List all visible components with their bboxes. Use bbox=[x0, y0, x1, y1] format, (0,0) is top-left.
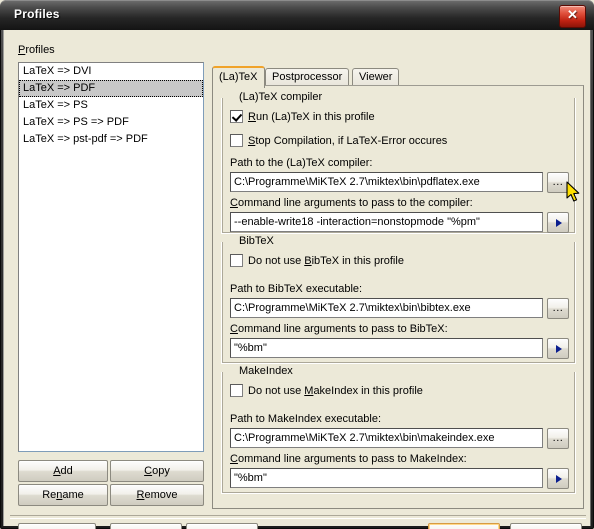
remove-button[interactable]: Remove bbox=[110, 484, 204, 506]
title-bar[interactable]: Profiles ✕ bbox=[0, 0, 594, 30]
list-item[interactable]: LaTeX => pst-pdf => PDF bbox=[19, 131, 203, 148]
rename-pre: Re bbox=[42, 489, 57, 501]
list-item[interactable]: LaTeX => PDF bbox=[19, 80, 203, 97]
list-item[interactable]: LaTeX => DVI bbox=[19, 63, 203, 80]
rename-post: ame bbox=[62, 489, 84, 501]
import-button[interactable]: Import... bbox=[110, 523, 182, 529]
latex-args-label: Command line arguments to pass to the co… bbox=[230, 197, 473, 209]
latex-args-post: ommand line arguments to pass to the com… bbox=[237, 197, 473, 209]
skip-bibtex-pre: Do not use bbox=[248, 254, 305, 267]
window-title: Profiles bbox=[14, 7, 60, 21]
latex-group-title: (La)TeX compiler bbox=[235, 91, 327, 103]
skip-makeindex-pre: Do not use bbox=[248, 384, 305, 397]
ok-button[interactable]: OK bbox=[428, 523, 500, 529]
makeindex-args-label: Command line arguments to pass to MakeIn… bbox=[230, 453, 467, 465]
run-latex-checkbox[interactable] bbox=[230, 110, 243, 123]
makeindex-args-menu-button[interactable] bbox=[547, 468, 569, 489]
makeindex-group-title: MakeIndex bbox=[235, 365, 297, 377]
ellipsis-icon: ... bbox=[552, 176, 564, 188]
copy-accel: C bbox=[144, 465, 153, 477]
run-latex-accel: R bbox=[248, 110, 256, 123]
close-button[interactable]: ✕ bbox=[559, 5, 586, 28]
profiles-dialog: Profiles ✕ Profiles LaTeX => DVI LaTeX =>… bbox=[0, 0, 594, 529]
run-latex-label: Run (La)TeX in this profile bbox=[248, 111, 375, 123]
makeindex-args-input[interactable]: "%bm" bbox=[230, 468, 543, 488]
remove-post: emove bbox=[144, 489, 178, 501]
latex-args-accel: C bbox=[230, 197, 238, 209]
latex-compiler-group: (La)TeX compiler Run (La)TeX in this pro… bbox=[221, 91, 576, 234]
makeindex-args-accel: C bbox=[230, 453, 238, 465]
skip-makeindex-checkbox[interactable] bbox=[230, 384, 243, 397]
copy-button[interactable]: Copy bbox=[110, 460, 204, 482]
list-item[interactable]: LaTeX => PS bbox=[19, 97, 203, 114]
skip-bibtex-checkbox[interactable] bbox=[230, 254, 243, 267]
run-latex-checkbox-row[interactable]: Run (La)TeX in this profile bbox=[230, 110, 375, 123]
tab-postprocessor[interactable]: Postprocessor bbox=[265, 68, 350, 86]
skip-bibtex-accel: B bbox=[304, 254, 312, 267]
wizard-button[interactable]: Wizard... bbox=[18, 523, 96, 529]
profiles-listbox[interactable]: LaTeX => DVI LaTeX => PDF LaTeX => PS LaTeX… bbox=[18, 62, 204, 452]
bibtex-path-label: Path to BibTeX executable: bbox=[230, 283, 363, 295]
close-icon: ✕ bbox=[567, 7, 578, 22]
bibtex-args-accel: C bbox=[230, 323, 238, 335]
tab-viewer[interactable]: Viewer bbox=[352, 68, 400, 86]
ellipsis-icon: ... bbox=[552, 302, 564, 314]
makeindex-args-post: ommand line arguments to pass to MakeInd… bbox=[237, 453, 467, 465]
triangle-right-icon bbox=[556, 475, 562, 483]
stop-compilation-checkbox-row[interactable]: Stop Compilation, if LaTeX-Error occures bbox=[230, 134, 447, 147]
run-latex-post: un (La)TeX in this profile bbox=[255, 110, 375, 123]
tab-strip: (La)TeX Postprocessor Viewer bbox=[212, 66, 584, 88]
latex-path-input[interactable]: C:\Programme\MiKTeX 2.7\miktex\bin\pdfla… bbox=[230, 172, 543, 192]
makeindex-path-label: Path to MakeIndex executable: bbox=[230, 413, 382, 425]
makeindex-path-input[interactable]: C:\Programme\MiKTeX 2.7\miktex\bin\makei… bbox=[230, 428, 543, 448]
skip-bibtex-checkbox-row[interactable]: Do not use BibTeX in this profile bbox=[230, 254, 404, 267]
cancel-button[interactable]: Cancel bbox=[510, 523, 582, 529]
makeindex-path-browse-button[interactable]: ... bbox=[547, 428, 569, 449]
latex-args-input[interactable]: --enable-write18 -interaction=nonstopmod… bbox=[230, 212, 543, 232]
bibtex-path-input[interactable]: C:\Programme\MiKTeX 2.7\miktex\bin\bibte… bbox=[230, 298, 543, 318]
makeindex-group: MakeIndex Do not use MakeIndex in this p… bbox=[221, 365, 576, 494]
dialog-client-area: Profiles LaTeX => DVI LaTeX => PDF LaTeX =… bbox=[3, 30, 591, 529]
triangle-right-icon bbox=[556, 345, 562, 353]
skip-makeindex-post: akeIndex in this profile bbox=[313, 384, 423, 397]
add-button[interactable]: Add bbox=[18, 460, 108, 482]
skip-bibtex-post: ibTeX in this profile bbox=[311, 254, 404, 267]
latex-path-browse-button[interactable]: ... bbox=[547, 172, 569, 193]
profiles-label: Profiles bbox=[18, 44, 55, 57]
bibtex-path-browse-button[interactable]: ... bbox=[547, 298, 569, 319]
skip-makeindex-label: Do not use MakeIndex in this profile bbox=[248, 385, 423, 397]
bibtex-group: BibTeX Do not use BibTeX in this profile… bbox=[221, 235, 576, 364]
add-accel: A bbox=[53, 465, 61, 477]
tab-panel-latex: (La)TeX compiler Run (La)TeX in this pro… bbox=[212, 85, 584, 509]
skip-bibtex-label: Do not use BibTeX in this profile bbox=[248, 255, 404, 267]
profiles-label-rest: rofiles bbox=[25, 44, 55, 56]
rename-button[interactable]: Rename bbox=[18, 484, 108, 506]
bibtex-args-label: Command line arguments to pass to BibTeX… bbox=[230, 323, 448, 335]
add-post: dd bbox=[60, 465, 73, 477]
export-button[interactable]: Export... bbox=[186, 523, 258, 529]
stop-post: top Compilation, if LaTeX-Error occures bbox=[255, 134, 448, 147]
ellipsis-icon: ... bbox=[552, 432, 564, 444]
bibtex-args-input[interactable]: "%bm" bbox=[230, 338, 543, 358]
stop-compilation-label: Stop Compilation, if LaTeX-Error occures bbox=[248, 135, 447, 147]
bibtex-args-menu-button[interactable] bbox=[547, 338, 569, 359]
bibtex-group-title: BibTeX bbox=[235, 235, 278, 247]
copy-post: opy bbox=[152, 465, 170, 477]
latex-args-menu-button[interactable] bbox=[547, 212, 569, 233]
bibtex-args-post: ommand line arguments to pass to BibTeX: bbox=[237, 323, 448, 335]
footer-divider bbox=[10, 515, 586, 519]
list-item[interactable]: LaTeX => PS => PDF bbox=[19, 114, 203, 131]
stop-compilation-checkbox[interactable] bbox=[230, 134, 243, 147]
tab-latex[interactable]: (La)TeX bbox=[212, 66, 265, 88]
triangle-right-icon bbox=[556, 219, 562, 227]
skip-makeindex-checkbox-row[interactable]: Do not use MakeIndex in this profile bbox=[230, 384, 423, 397]
latex-path-label: Path to the (La)TeX compiler: bbox=[230, 157, 373, 169]
